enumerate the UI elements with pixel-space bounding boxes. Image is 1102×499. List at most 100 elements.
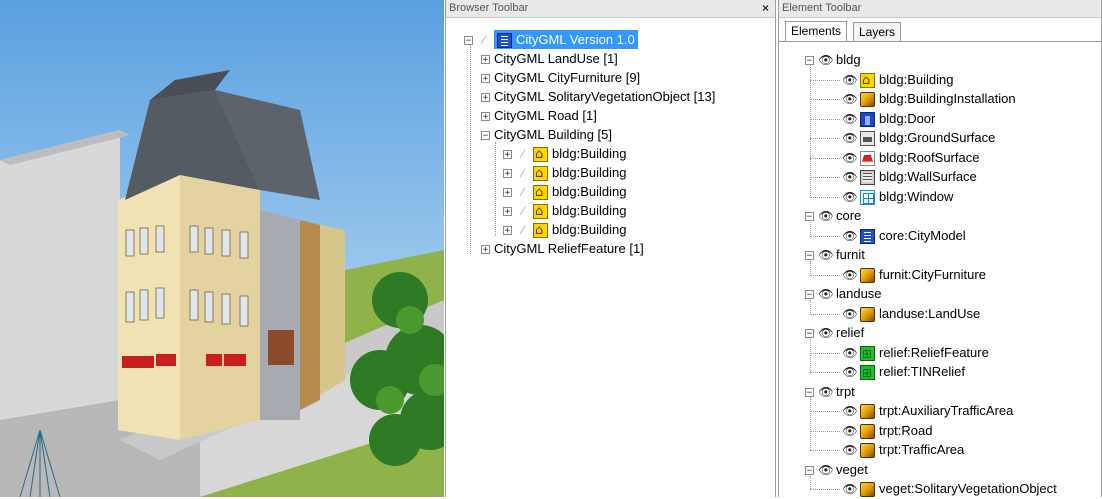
building-node[interactable]: + ⁄ bldg:Building	[503, 182, 626, 202]
element-item[interactable]: 👁 relief:ReliefFeature	[842, 343, 989, 364]
element-group-0[interactable]: − 👁 bldg	[805, 50, 861, 69]
building-node[interactable]: + ⁄ bldg:Building	[503, 144, 626, 164]
eye-icon[interactable]: 👁	[818, 383, 834, 402]
element-item[interactable]: 👁 furnit:CityFurniture	[842, 265, 986, 284]
pencil-icon[interactable]: ⁄	[516, 145, 530, 164]
element-item[interactable]: 👁 bldg:Window	[842, 187, 953, 206]
expand-icon[interactable]: +	[503, 207, 512, 217]
element-item-label: bldg:Building	[879, 71, 954, 87]
element-item[interactable]: 👁 landuse:LandUse	[842, 304, 980, 323]
window-icon	[860, 189, 875, 205]
close-icon[interactable]: ×	[762, 0, 769, 17]
element-group-6[interactable]: − 👁 veget	[805, 460, 868, 479]
building-icon	[860, 71, 875, 90]
eye-icon[interactable]: 👁	[842, 363, 858, 382]
eye-icon[interactable]: 👁	[842, 149, 858, 168]
eye-icon[interactable]: 👁	[842, 90, 858, 109]
element-group-label: furnit	[836, 247, 865, 262]
element-toolbar-title: Element Toolbar	[782, 2, 862, 14]
expand-icon[interactable]: +	[481, 93, 490, 103]
eye-icon[interactable]: 👁	[818, 324, 834, 343]
element-item[interactable]: 👁 core:CityModel	[842, 226, 966, 245]
pencil-icon[interactable]: ⁄	[477, 31, 491, 50]
element-item-label: veget:SolitaryVegetationObject	[879, 481, 1057, 496]
expand-icon[interactable]: +	[481, 245, 490, 255]
eye-icon[interactable]: 👁	[842, 441, 858, 460]
building-node[interactable]: + ⁄ bldg:Building	[503, 163, 626, 183]
element-group-1[interactable]: − 👁 core	[805, 206, 861, 225]
tree-item[interactable]: + CityGML ReliefFeature [1]	[481, 239, 644, 258]
eye-icon[interactable]: 👁	[842, 168, 858, 187]
building-node[interactable]: + ⁄ bldg:Building	[503, 201, 626, 221]
pencil-icon[interactable]: ⁄	[516, 221, 530, 240]
element-group-label: relief	[836, 325, 865, 340]
expand-icon[interactable]: +	[503, 226, 512, 236]
element-group-5[interactable]: − 👁 trpt	[805, 382, 855, 401]
tree-item[interactable]: − CityGML Building [5]	[481, 125, 612, 144]
element-group-4[interactable]: − 👁 relief	[805, 323, 864, 342]
eye-icon[interactable]: 👁	[818, 461, 834, 480]
tree-item[interactable]: + CityGML LandUse [1]	[481, 49, 618, 68]
tab-elements[interactable]: Elements	[785, 21, 848, 41]
tree-item[interactable]: + CityGML SolitaryVegetationObject [13]	[481, 87, 715, 106]
eye-icon[interactable]: 👁	[818, 285, 834, 304]
eye-icon[interactable]: 👁	[842, 402, 858, 421]
eye-icon[interactable]: 👁	[818, 207, 834, 226]
element-item[interactable]: 👁 veget:SolitaryVegetationObject	[842, 479, 1057, 498]
tree-item[interactable]: + CityGML CityFurniture [9]	[481, 68, 640, 87]
element-item[interactable]: 👁 bldg:Door	[842, 109, 935, 128]
city-model-render	[0, 0, 444, 497]
eye-icon[interactable]: 👁	[842, 71, 858, 90]
eye-icon[interactable]: 👁	[842, 344, 858, 363]
eye-icon[interactable]: 👁	[842, 227, 858, 246]
element-group-label: trpt	[836, 383, 855, 399]
building-icon	[533, 145, 548, 164]
3d-viewport[interactable]	[0, 0, 444, 497]
element-item[interactable]: 👁 bldg:BuildingInstallation	[842, 89, 1016, 108]
eye-icon[interactable]: 👁	[842, 422, 858, 441]
tree-root[interactable]: − ⁄ CityGML Version 1.0	[464, 30, 638, 49]
building-label: bldg:Building	[552, 222, 627, 237]
element-item[interactable]: 👁 trpt:TrafficArea	[842, 440, 964, 459]
element-item[interactable]: 👁 relief:TINRelief	[842, 362, 965, 383]
element-item[interactable]: 👁 trpt:AuxiliaryTrafficArea	[842, 401, 1013, 420]
pencil-icon[interactable]: ⁄	[516, 183, 530, 202]
pencil-icon[interactable]: ⁄	[516, 202, 530, 221]
expand-icon[interactable]: +	[481, 112, 490, 122]
element-item[interactable]: 👁 bldg:RoofSurface	[842, 148, 979, 167]
element-item-label: bldg:Door	[879, 110, 936, 126]
building-node[interactable]: + ⁄ bldg:Building	[503, 220, 627, 240]
element-group-2[interactable]: − 👁 furnit	[805, 245, 865, 264]
eye-icon[interactable]: 👁	[842, 129, 858, 148]
eye-icon[interactable]: 👁	[818, 246, 834, 265]
element-item[interactable]: 👁 bldg:Building	[842, 70, 954, 90]
expand-icon[interactable]: +	[503, 188, 512, 198]
element-item-label: bldg:GroundSurface	[879, 130, 996, 145]
pencil-icon[interactable]: ⁄	[516, 164, 530, 183]
eye-icon[interactable]: 👁	[842, 305, 858, 324]
element-item-label: relief:ReliefFeature	[879, 344, 989, 360]
collapse-icon[interactable]: −	[481, 131, 490, 141]
element-item[interactable]: 👁 bldg:WallSurface	[842, 167, 977, 186]
eye-icon[interactable]: 👁	[842, 188, 858, 207]
browser-tree: − ⁄ CityGML Version 1.0 + CityGML LandUse […	[446, 20, 775, 497]
collapse-icon[interactable]: −	[464, 36, 473, 46]
tab-layers[interactable]: Layers	[853, 22, 902, 41]
eye-icon[interactable]: 👁	[842, 480, 858, 499]
expand-icon[interactable]: +	[503, 169, 512, 179]
element-group-label: landuse	[836, 286, 882, 301]
expand-icon[interactable]: +	[481, 55, 490, 65]
eye-icon[interactable]: 👁	[842, 266, 858, 285]
element-item-label: trpt:AuxiliaryTrafficArea	[879, 403, 1014, 418]
expand-icon[interactable]: +	[503, 150, 512, 160]
element-group-label: core	[836, 208, 862, 223]
element-item[interactable]: 👁 bldg:GroundSurface	[842, 128, 995, 147]
element-item[interactable]: 👁 trpt:Road	[842, 421, 932, 440]
eye-icon[interactable]: 👁	[818, 51, 834, 70]
element-item-label: furnit:CityFurniture	[879, 266, 986, 282]
expand-icon[interactable]: +	[481, 74, 490, 84]
element-group-3[interactable]: − 👁 landuse	[805, 284, 882, 303]
eye-icon[interactable]: 👁	[842, 110, 858, 129]
tree-item[interactable]: + CityGML Road [1]	[481, 106, 597, 125]
element-tabs: Elements Layers	[779, 19, 1101, 42]
